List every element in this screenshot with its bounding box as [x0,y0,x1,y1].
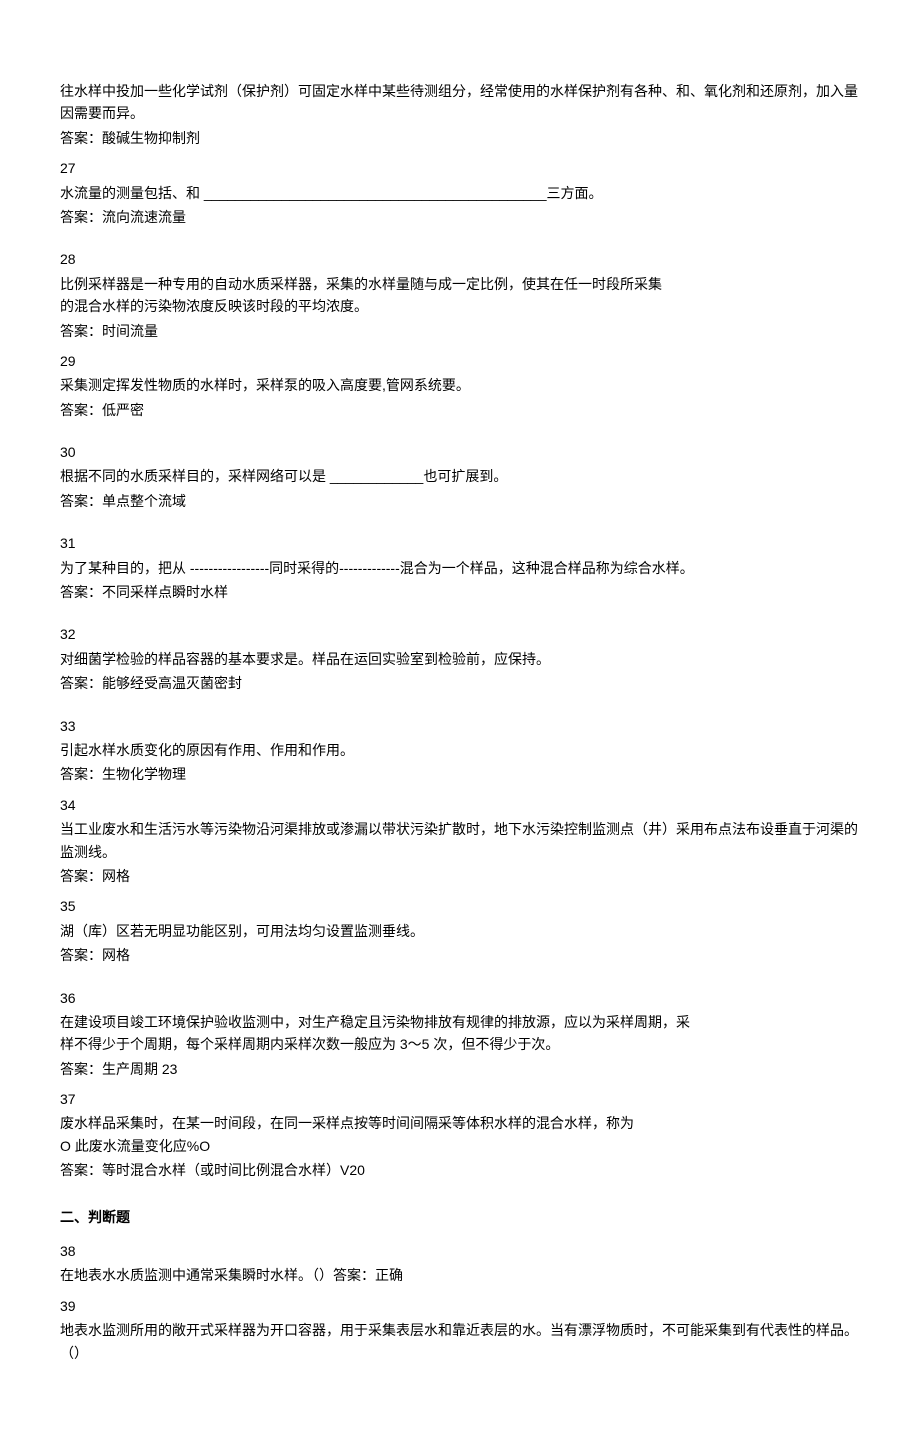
question-number: 38 [60,1240,860,1262]
question-text: 在建设项目竣工环境保护验收监测中，对生产稳定且污染物排放有规律的排放源，应以为采… [60,1011,860,1056]
question-number: 30 [60,441,860,463]
qa-item: 27 水流量的测量包括、和 __________________________… [60,157,860,228]
judgment-section: 38 在地表水水质监测中通常采集瞬时水样。（）答案：正确 39 地表水监测所用的… [60,1240,860,1364]
qa-item: 36 在建设项目竣工环境保护验收监测中，对生产稳定且污染物排放有规律的排放源，应… [60,987,860,1081]
question-text: 引起水样水质变化的原因有作用、作用和作用。 [60,739,860,761]
question-text: 湖（库）区若无明显功能区别，可用法均匀设置监测垂线。 [60,920,860,942]
answer-text: 答案：能够经受高温灭菌密封 [60,672,860,694]
question-text: 地表水监测所用的敞开式采样器为开口容器，用于采集表层水和靠近表层的水。当有漂浮物… [60,1319,860,1364]
question-number: 39 [60,1295,860,1317]
question-number: 34 [60,794,860,816]
answer-text: 答案：流向流速流量 [60,206,860,228]
answer-text: 答案：低严密 [60,399,860,421]
question-text: 根据不同的水质采样目的，采样网络可以是 ____________也可扩展到。 [60,465,860,487]
answer-text: 答案：生产周期 23 [60,1058,860,1080]
answer-text: 答案：时间流量 [60,320,860,342]
qa-item: 33 引起水样水质变化的原因有作用、作用和作用。 答案：生物化学物理 [60,715,860,786]
qa-item: 往水样中投加一些化学试剂（保护剂）可固定水样中某些待测组分，经常使用的水样保护剂… [60,80,860,149]
question-number: 37 [60,1088,860,1110]
question-number: 28 [60,248,860,270]
question-text: 为了某种目的，把从 -----------------同时采得的--------… [60,557,860,579]
qa-item: 28 比例采样器是一种专用的自动水质采样器，采集的水样量随与成一定比例，使其在任… [60,248,860,342]
answer-text: 答案：酸碱生物抑制剂 [60,127,860,149]
qa-item: 30 根据不同的水质采样目的，采样网络可以是 ____________也可扩展到… [60,441,860,512]
question-text: 采集测定挥发性物质的水样时，采样泵的吸入高度要,管网系统要。 [60,374,860,396]
answer-text: 答案：生物化学物理 [60,763,860,785]
answer-text: 答案：网格 [60,944,860,966]
question-number: 33 [60,715,860,737]
question-number: 27 [60,157,860,179]
section-title-judgment: 二、判断题 [60,1206,860,1228]
question-number: 32 [60,623,860,645]
qa-item: 37 废水样品采集时，在某一时间段，在同一采样点按等时间间隔采等体积水样的混合水… [60,1088,860,1182]
question-number: 36 [60,987,860,1009]
qa-item: 32 对细菌学检验的样品容器的基本要求是。样品在运回实验室到检验前，应保持。 答… [60,623,860,694]
question-text: 在地表水水质监测中通常采集瞬时水样。（）答案：正确 [60,1264,860,1286]
question-text: 当工业废水和生活污水等污染物沿河渠排放或渗漏以带状污染扩散时，地下水污染控制监测… [60,818,860,863]
question-text: 对细菌学检验的样品容器的基本要求是。样品在运回实验室到检验前，应保持。 [60,648,860,670]
answer-text: 答案：网格 [60,865,860,887]
answer-text: 答案：不同采样点瞬时水样 [60,581,860,603]
qa-item: 29 采集测定挥发性物质的水样时，采样泵的吸入高度要,管网系统要。 答案：低严密 [60,350,860,421]
question-text: 比例采样器是一种专用的自动水质采样器，采集的水样量随与成一定比例，使其在任一时段… [60,273,860,318]
question-number: 31 [60,532,860,554]
fill-in-section: 往水样中投加一些化学试剂（保护剂）可固定水样中某些待测组分，经常使用的水样保护剂… [60,80,860,1182]
answer-text: 答案：等时混合水样（或时间比例混合水样）V20 [60,1159,860,1181]
question-text: 水流量的测量包括、和 _____________________________… [60,182,860,204]
question-text: 废水样品采集时，在某一时间段，在同一采样点按等时间间隔采等体积水样的混合水样，称… [60,1112,860,1157]
qa-item: 35 湖（库）区若无明显功能区别，可用法均匀设置监测垂线。 答案：网格 [60,895,860,966]
answer-text: 答案：单点整个流域 [60,490,860,512]
qa-item: 34 当工业废水和生活污水等污染物沿河渠排放或渗漏以带状污染扩散时，地下水污染控… [60,794,860,888]
qa-item: 31 为了某种目的，把从 -----------------同时采得的-----… [60,532,860,603]
question-number: 29 [60,350,860,372]
question-text: 往水样中投加一些化学试剂（保护剂）可固定水样中某些待测组分，经常使用的水样保护剂… [60,80,860,125]
qa-item: 38 在地表水水质监测中通常采集瞬时水样。（）答案：正确 [60,1240,860,1287]
qa-item: 39 地表水监测所用的敞开式采样器为开口容器，用于采集表层水和靠近表层的水。当有… [60,1295,860,1364]
question-number: 35 [60,895,860,917]
